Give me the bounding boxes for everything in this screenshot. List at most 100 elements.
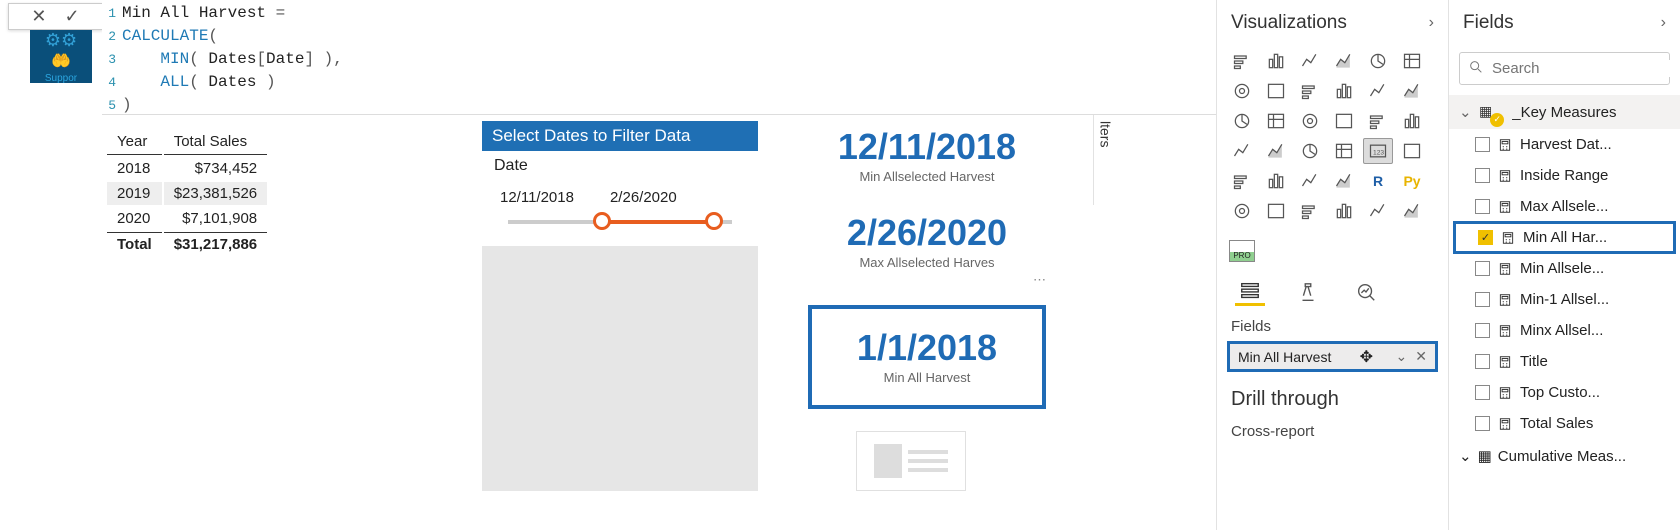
viz-clustered-column-icon[interactable] [1329,48,1359,74]
card-value: 2/26/2020 [812,215,1042,251]
field-checkbox[interactable] [1475,168,1490,183]
field-checkbox[interactable] [1475,416,1490,431]
measure-icon [1498,262,1512,276]
viz-stacked-column-icon[interactable] [1295,48,1325,74]
report-canvas[interactable]: Year Total Sales 2018$734,4522019$23,381… [0,115,1116,530]
analytics-tab-icon[interactable] [1351,278,1381,306]
viz-shape-map-icon[interactable] [1295,138,1325,164]
field-label: Harvest Dat... [1520,136,1612,153]
measure-icon [1498,324,1512,338]
viz-funnel-icon[interactable] [1261,108,1291,134]
table-cumulative-measures[interactable]: ⌄ ▦ Cumulative Meas... [1449,439,1680,473]
slicer-handle-end[interactable] [705,212,723,230]
viz-line-icon[interactable] [1227,78,1257,104]
field-checkbox[interactable] [1475,385,1490,400]
field-total-sales[interactable]: Total Sales [1449,408,1680,439]
viz-ribbon-icon[interactable] [1397,78,1427,104]
viz-clustered-column-100-icon[interactable] [1397,48,1427,74]
viz-area-icon[interactable] [1261,78,1291,104]
table-key-measures[interactable]: ⌄ ▦✓ _Key Measures [1449,95,1680,129]
field-min-all-har-[interactable]: ✓ Min All Har... [1453,221,1676,254]
viz-r-icon[interactable]: R [1363,168,1393,194]
sales-table[interactable]: Year Total Sales 2018$734,4522019$23,381… [105,127,269,258]
card-caption: Min Allselected Harvest [812,169,1042,184]
field-remove-icon[interactable]: ✕ [1415,348,1427,365]
filters-pane-collapsed[interactable]: lters [1093,115,1117,205]
viz-qna-icon[interactable] [1295,198,1325,224]
custom-visual-pro-icon[interactable]: PRO [1229,240,1255,262]
field-max-allsele-[interactable]: Max Allsele... [1449,191,1680,222]
table-row[interactable]: 2018$734,452 [107,157,267,180]
field-min-1-allsel-[interactable]: Min-1 Allsel... [1449,284,1680,315]
table-row[interactable]: 2019$23,381,526 [107,182,267,205]
field-dropdown-icon[interactable]: ⌄ [1396,348,1408,365]
slicer-from: 12/11/2018 [500,189,574,206]
viz-line-column-icon[interactable] [1329,78,1359,104]
fields-tab-icon[interactable] [1235,278,1265,306]
viz-decomposition-icon[interactable] [1261,198,1291,224]
viz-scatter-icon[interactable] [1295,108,1325,134]
field-checkbox[interactable] [1475,323,1490,338]
viz-card-icon[interactable]: 123 [1363,138,1393,164]
field-minx-allsel-[interactable]: Minx Allsel... [1449,315,1680,346]
field-checkbox[interactable] [1475,261,1490,276]
viz-py-icon[interactable]: Py [1397,168,1427,194]
table-row[interactable]: 2020$7,101,908 [107,207,267,230]
viz-table-icon[interactable] [1295,168,1325,194]
date-slicer[interactable]: Select Dates to Filter Data Date 12/11/2… [482,121,758,491]
viz-stacked-bar-100-icon[interactable] [1363,48,1393,74]
viz-donut-icon[interactable] [1363,108,1393,134]
viz-slicer-icon[interactable] [1261,168,1291,194]
slicer-track[interactable] [508,220,732,224]
viz-kpi-icon[interactable] [1227,168,1257,194]
empty-visual-placeholder[interactable] [856,431,966,491]
field-title[interactable]: Title [1449,346,1680,377]
viz-stacked-bar-icon[interactable] [1227,48,1257,74]
viz-marketplace-icon[interactable] [1363,198,1393,224]
viz-paginated-icon[interactable] [1329,198,1359,224]
viz-gauge-icon[interactable] [1329,138,1359,164]
field-label: Min All Har... [1523,229,1607,246]
commit-formula-icon[interactable]: ✓ [65,6,80,27]
viz-map-icon[interactable] [1227,138,1257,164]
measure-icon [1498,200,1512,214]
card-min-allselected[interactable]: 12/11/2018 Min Allselected Harvest [812,129,1042,184]
card-caption: Min All Harvest [812,370,1042,385]
field-checkbox[interactable] [1475,354,1490,369]
measure-icon [1498,417,1512,431]
viz-stacked-area-icon[interactable] [1295,78,1325,104]
field-inside-range[interactable]: Inside Range [1449,160,1680,191]
card-min-all-harvest[interactable]: 1/1/2018 Min All Harvest [808,305,1046,409]
viz-blank-icon[interactable] [1397,198,1427,224]
measure-icon [1498,138,1512,152]
field-checkbox[interactable] [1475,137,1490,152]
viz-matrix-icon[interactable] [1329,168,1359,194]
field-label: Min Allsele... [1520,260,1604,277]
fields-search[interactable] [1459,52,1670,85]
viz-filled-map-icon[interactable] [1261,138,1291,164]
slicer-range-fill [602,220,714,224]
slicer-handle-start[interactable] [593,212,611,230]
viz-clustered-bar-icon[interactable] [1261,48,1291,74]
viz-pie-icon[interactable] [1329,108,1359,134]
viz-multi-card-icon[interactable] [1397,138,1427,164]
search-input[interactable] [1492,60,1680,77]
viz-line-column2-icon[interactable] [1363,78,1393,104]
viz-key-influencers-icon[interactable] [1227,198,1257,224]
field-checkbox[interactable] [1475,199,1490,214]
more-options-icon[interactable]: ⋯ [1033,272,1046,288]
field-checkbox[interactable]: ✓ [1478,230,1493,245]
viz-waterfall-icon[interactable] [1227,108,1257,134]
field-harvest-dat-[interactable]: Harvest Dat... [1449,129,1680,160]
slicer-title: Select Dates to Filter Data [482,121,758,151]
viz-treemap-icon[interactable] [1397,108,1427,134]
field-min-allsele-[interactable]: Min Allsele... [1449,253,1680,284]
cancel-formula-icon[interactable]: ✕ [31,6,46,27]
collapse-viz-pane-icon[interactable]: › [1429,14,1434,32]
card-max-allselected[interactable]: 2/26/2020 Max Allselected Harves ⋯ [812,215,1042,270]
collapse-fields-pane-icon[interactable]: › [1661,14,1666,32]
field-checkbox[interactable] [1475,292,1490,307]
field-top-custo-[interactable]: Top Custo... [1449,377,1680,408]
field-well-values[interactable]: Min All Harvest ✥ ⌄ ✕ [1227,341,1438,372]
format-tab-icon[interactable] [1293,278,1323,306]
